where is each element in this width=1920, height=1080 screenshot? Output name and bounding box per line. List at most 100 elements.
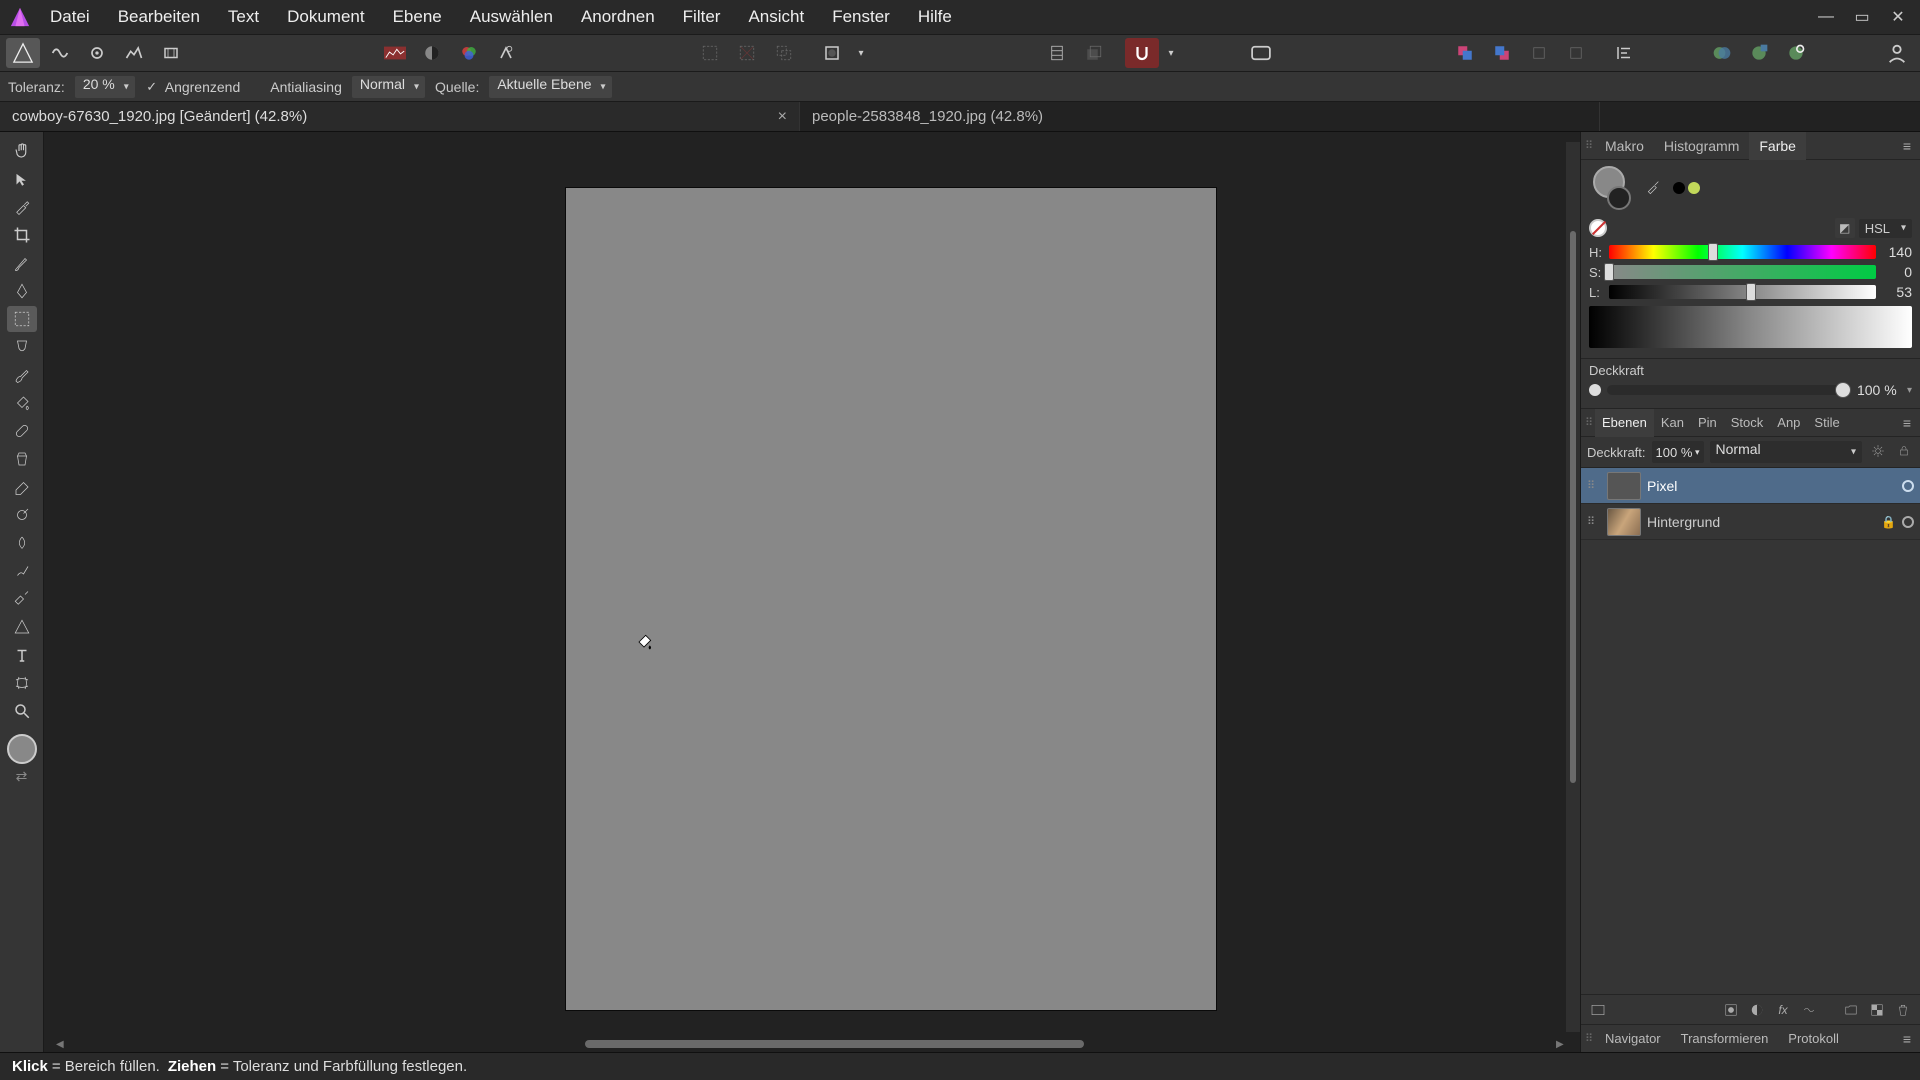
autowb-icon[interactable] — [489, 38, 523, 68]
tab-pin[interactable]: Pin — [1691, 409, 1724, 437]
redeye-tool-icon[interactable] — [7, 586, 37, 612]
close-icon[interactable]: × — [778, 108, 787, 126]
antialias-checkbox[interactable]: Antialiasing — [250, 79, 342, 95]
light-slider[interactable] — [1609, 285, 1876, 299]
group-icon[interactable] — [1840, 999, 1862, 1021]
flood-select-icon[interactable] — [7, 334, 37, 360]
layer-blendmode-select[interactable]: Normal▾ — [1710, 441, 1862, 463]
tolerance-input[interactable]: 20 %▾ — [75, 76, 135, 98]
menu-datei[interactable]: Datei — [36, 0, 104, 34]
erase-tool-icon[interactable] — [7, 474, 37, 500]
document-canvas[interactable] — [566, 188, 1216, 1010]
account-icon[interactable] — [1880, 38, 1914, 68]
document-tab-inactive[interactable]: people-2583848_1920.jpg (42.8%) × — [800, 102, 1600, 131]
add-layer-icon[interactable] — [1705, 38, 1739, 68]
arrange-back-icon[interactable] — [1485, 38, 1519, 68]
panel-menu-icon[interactable]: ≡ — [1896, 138, 1918, 154]
blendmode-select[interactable]: Normal▾ — [352, 76, 425, 98]
layer-visible-icon[interactable] — [1902, 480, 1914, 492]
selection-add-icon[interactable] — [730, 38, 764, 68]
menu-fenster[interactable]: Fenster — [818, 0, 904, 34]
magnet-icon[interactable] — [1125, 38, 1159, 68]
scroll-left-icon[interactable]: ◀ — [56, 1039, 68, 1050]
add-pixel-layer-icon[interactable] — [1866, 999, 1888, 1021]
tab-protokoll[interactable]: Protokoll — [1778, 1025, 1849, 1053]
layer-gear-icon[interactable] — [1868, 444, 1888, 461]
tab-stock[interactable]: Stock — [1724, 409, 1771, 437]
layer-name[interactable]: Pixel — [1647, 478, 1896, 494]
crop-icon[interactable] — [1040, 38, 1074, 68]
hue-value[interactable]: 140 — [1882, 244, 1912, 260]
persona-photo-icon[interactable] — [6, 38, 40, 68]
crop-tool-icon[interactable] — [7, 222, 37, 248]
tab-kan[interactable]: Kan — [1654, 409, 1691, 437]
hue-slider[interactable] — [1609, 245, 1876, 259]
tab-navigator[interactable]: Navigator — [1595, 1025, 1671, 1053]
persona-develop-icon[interactable] — [80, 38, 114, 68]
canvas-area[interactable]: ◀ ▶ — [44, 132, 1580, 1052]
persona-export-icon[interactable] — [154, 38, 188, 68]
layer-row-pixel[interactable]: ⠿ Pixel — [1581, 468, 1920, 504]
layer-thumbnail[interactable] — [1607, 508, 1641, 536]
tab-anp[interactable]: Anp — [1770, 409, 1807, 437]
add-fx-icon[interactable]: fx — [1772, 999, 1794, 1021]
arrange-bwd-icon[interactable] — [1559, 38, 1593, 68]
mesh-tool-icon[interactable] — [7, 670, 37, 696]
magnet-dd-icon[interactable]: ▾ — [1162, 38, 1180, 68]
pen-tool-icon[interactable] — [7, 278, 37, 304]
layer-opacity-input[interactable]: 100 %▾ — [1652, 441, 1704, 463]
arrange-front-icon[interactable] — [1448, 38, 1482, 68]
move-tool-icon[interactable] — [7, 166, 37, 192]
menu-bearbeiten[interactable]: Bearbeiten — [104, 0, 214, 34]
tab-stile[interactable]: Stile — [1807, 409, 1846, 437]
autocontrast-icon[interactable] — [415, 38, 449, 68]
add-adjustment-icon[interactable] — [1746, 999, 1768, 1021]
arrange-fwd-icon[interactable] — [1522, 38, 1556, 68]
light-value[interactable]: 53 — [1882, 284, 1912, 300]
preview-icon[interactable] — [1244, 38, 1278, 68]
vertical-scrollbar[interactable] — [1566, 142, 1580, 1032]
opacity-value[interactable]: 100 % — [1857, 382, 1901, 398]
menu-text[interactable]: Text — [214, 0, 273, 34]
menu-ebene[interactable]: Ebene — [379, 0, 456, 34]
panel-menu-icon[interactable]: ≡ — [1896, 1031, 1918, 1047]
no-color-icon[interactable] — [1589, 219, 1607, 237]
sat-slider[interactable] — [1609, 265, 1876, 279]
align-icon[interactable] — [1607, 38, 1641, 68]
recent-color-2[interactable] — [1688, 182, 1700, 194]
layer-name[interactable]: Hintergrund — [1647, 514, 1875, 530]
tab-transformieren[interactable]: Transformieren — [1671, 1025, 1779, 1053]
add-layer3-icon[interactable] — [1779, 38, 1813, 68]
autolevels-icon[interactable] — [378, 38, 412, 68]
maximize-button[interactable]: ▭ — [1844, 7, 1880, 27]
quickmask-dd-icon[interactable]: ▾ — [852, 38, 870, 68]
shape-tool-icon[interactable] — [7, 614, 37, 640]
delete-layer-icon[interactable] — [1892, 999, 1914, 1021]
tab-ebenen[interactable]: Ebenen — [1595, 409, 1654, 437]
panel-drag-icon[interactable]: ⠿ — [1583, 416, 1595, 429]
mask-layer-icon[interactable] — [1587, 999, 1609, 1021]
minimize-button[interactable]: — — [1808, 7, 1844, 27]
add-live-icon[interactable] — [1798, 999, 1820, 1021]
menu-filter[interactable]: Filter — [669, 0, 735, 34]
layer-visible-icon[interactable] — [1902, 516, 1914, 528]
fill-tool-icon[interactable] — [7, 390, 37, 416]
horizontal-scrollbar[interactable]: ◀ ▶ — [56, 1036, 1568, 1052]
recent-color-1[interactable] — [1673, 182, 1685, 194]
selection-new-icon[interactable] — [693, 38, 727, 68]
menu-dokument[interactable]: Dokument — [273, 0, 378, 34]
swap-colors-icon[interactable]: ⇄ — [16, 768, 28, 785]
eyedropper-icon[interactable] — [1639, 179, 1667, 198]
panel-menu-icon[interactable]: ≡ — [1896, 415, 1918, 431]
document-tab-active[interactable]: cowboy-67630_1920.jpg [Geändert] (42.8%)… — [0, 102, 800, 131]
lock-icon[interactable]: 🔒 — [1881, 515, 1896, 529]
layer-row-hintergrund[interactable]: ⠿ Hintergrund 🔒 — [1581, 504, 1920, 540]
text-tool-icon[interactable] — [7, 642, 37, 668]
add-mask-icon[interactable] — [1720, 999, 1742, 1021]
panel-drag-icon[interactable]: ⠿ — [1583, 139, 1595, 152]
tab-makro[interactable]: Makro — [1595, 132, 1654, 160]
add-layer2-icon[interactable] — [1742, 38, 1776, 68]
source-select[interactable]: Aktuelle Ebene▾ — [489, 76, 611, 98]
heal-tool-icon[interactable] — [7, 418, 37, 444]
stack-icon[interactable] — [1077, 38, 1111, 68]
